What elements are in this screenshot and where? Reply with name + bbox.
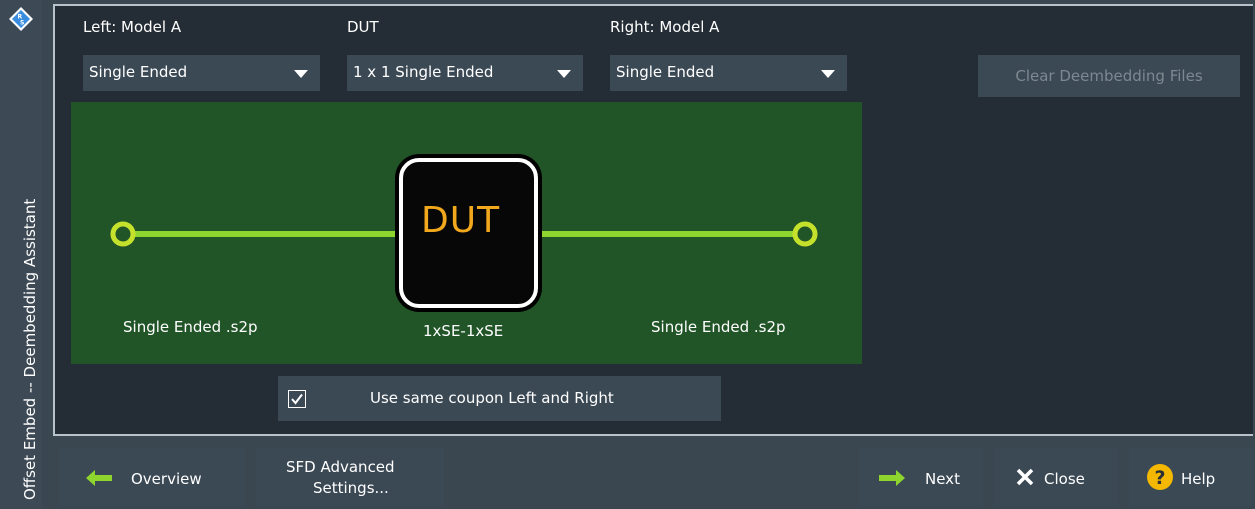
right-model-dropdown[interactable]: Single Ended xyxy=(610,55,847,91)
help-button[interactable]: ? Help xyxy=(1129,448,1253,506)
clear-deembedding-files-button[interactable]: Clear Deembedding Files xyxy=(978,55,1240,97)
same-coupon-toggle[interactable]: Use same coupon Left and Right xyxy=(278,376,721,421)
right-file-label: Single Ended .s2p xyxy=(651,318,786,336)
dut-file-label: 1xSE-1xSE xyxy=(423,322,504,340)
close-icon xyxy=(1016,468,1034,486)
dut-value: 1 x 1 Single Ended xyxy=(353,63,494,81)
left-model-value: Single Ended xyxy=(89,63,188,81)
right-port-icon xyxy=(792,221,818,247)
close-button[interactable]: Close xyxy=(994,448,1118,506)
chevron-down-icon xyxy=(557,70,571,78)
help-icon: ? xyxy=(1147,464,1173,490)
right-model-value: Single Ended xyxy=(616,63,715,81)
same-coupon-label: Use same coupon Left and Right xyxy=(370,389,614,407)
help-label: Help xyxy=(1181,470,1216,488)
next-label: Next xyxy=(925,470,960,488)
overview-button[interactable]: Overview xyxy=(59,448,245,506)
close-label: Close xyxy=(1044,470,1085,488)
sfd-advanced-settings-button[interactable]: SFD Advanced Settings... xyxy=(256,448,444,506)
left-file-label: Single Ended .s2p xyxy=(123,318,258,336)
right-model-label: Right: Model A xyxy=(610,18,720,36)
left-model-label: Left: Model A xyxy=(83,18,182,36)
sfd-label-line2: Settings... xyxy=(313,479,389,497)
sfd-label-line1: SFD Advanced xyxy=(286,458,395,476)
svg-text:S: S xyxy=(20,20,24,27)
deembedding-diagram: DUT Single Ended .s2p 1xSE-1xSE Single E… xyxy=(71,102,862,364)
overview-label: Overview xyxy=(131,470,202,488)
dut-box-text: DUT xyxy=(421,200,501,241)
checkmark-icon xyxy=(291,393,303,405)
dut-dropdown[interactable]: 1 x 1 Single Ended xyxy=(347,55,583,91)
left-port-icon xyxy=(110,221,136,247)
chevron-down-icon xyxy=(294,70,308,78)
arrow-right-icon xyxy=(879,470,905,486)
next-button[interactable]: Next xyxy=(859,448,983,506)
side-strip: R S Offset Embed -- Deembedding Assistan… xyxy=(0,0,42,509)
chevron-down-icon xyxy=(821,70,835,78)
assistant-title: Offset Embed -- Deembedding Assistant xyxy=(21,198,39,500)
svg-text:?: ? xyxy=(1155,467,1166,489)
arrow-left-icon xyxy=(86,470,112,486)
rohde-schwarz-logo-icon: R S xyxy=(9,7,33,31)
left-model-dropdown[interactable]: Single Ended xyxy=(83,55,320,91)
dut-label: DUT xyxy=(347,18,379,36)
same-coupon-checkbox[interactable] xyxy=(288,390,306,408)
